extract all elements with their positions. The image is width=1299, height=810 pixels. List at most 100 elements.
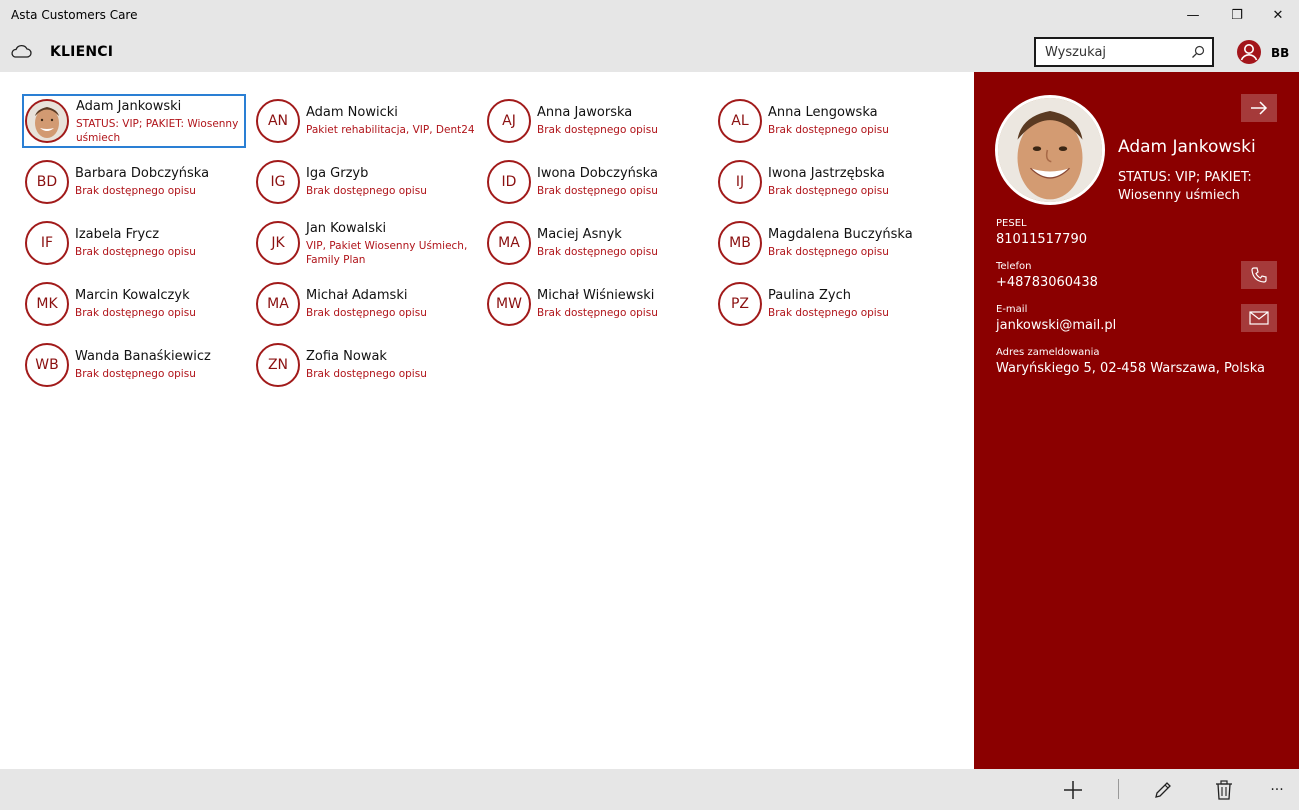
client-description: Brak dostępnego opisu	[75, 307, 196, 319]
delete-button[interactable]	[1212, 778, 1236, 802]
client-item[interactable]: IF Izabela Frycz Brak dostępnego opisu	[22, 216, 246, 270]
client-avatar: MA	[487, 221, 531, 265]
cloud-icon[interactable]	[10, 43, 32, 59]
client-name: Wanda Banaśkiewicz	[75, 349, 211, 364]
pesel-label: PESEL	[996, 218, 1027, 229]
client-detail-panel: Adam Jankowski STATUS: VIP; PAKIET: Wios…	[974, 72, 1299, 769]
client-description: Brak dostępnego opisu	[306, 307, 427, 319]
client-item[interactable]: AJ Anna Jaworska Brak dostępnego opisu	[484, 94, 708, 148]
more-button[interactable]: ···	[1265, 778, 1289, 802]
call-button[interactable]	[1241, 261, 1277, 289]
client-avatar: MK	[25, 282, 69, 326]
user-icon[interactable]	[1236, 39, 1262, 65]
client-item[interactable]: PZ Paulina Zych Brak dostępnego opisu	[715, 277, 939, 331]
client-item[interactable]: AN Adam Nowicki Pakiet rehabilitacja, VI…	[253, 94, 477, 148]
minimize-button[interactable]: —	[1170, 0, 1216, 30]
address-label: Adres zameldowania	[996, 347, 1100, 358]
phone-label: Telefon	[996, 261, 1032, 272]
client-name: Anna Jaworska	[537, 105, 633, 120]
detail-name: Adam Jankowski	[1118, 137, 1256, 157]
client-description: VIP, Pakiet Wiosenny Uśmiech, Family Pla…	[306, 240, 468, 266]
client-item[interactable]: IG Iga Grzyb Brak dostępnego opisu	[253, 155, 477, 209]
client-avatar: IF	[25, 221, 69, 265]
command-bar: ···	[0, 769, 1299, 810]
client-item[interactable]: AL Anna Lengowska Brak dostępnego opisu	[715, 94, 939, 148]
user-initials[interactable]: BB	[1271, 46, 1289, 60]
client-name: Jan Kowalski	[306, 221, 387, 236]
search-box[interactable]	[1034, 37, 1214, 67]
maximize-button[interactable]: ❐	[1214, 0, 1260, 30]
client-item[interactable]: ID Iwona Dobczyńska Brak dostępnego opis…	[484, 155, 708, 209]
client-item[interactable]: BD Barbara Dobczyńska Brak dostępnego op…	[22, 155, 246, 209]
client-item[interactable]: MW Michał Wiśniewski Brak dostępnego opi…	[484, 277, 708, 331]
close-button[interactable]: ✕	[1255, 0, 1299, 30]
send-email-button[interactable]	[1241, 304, 1277, 332]
client-description: Brak dostępnego opisu	[768, 246, 889, 258]
page-title: KLIENCI	[50, 44, 114, 60]
client-name: Magdalena Buczyńska	[768, 227, 913, 242]
face-photo-icon	[27, 101, 67, 141]
delete-icon	[1216, 780, 1232, 800]
client-item[interactable]: ZN Zofia Nowak Brak dostępnego opisu	[253, 338, 477, 392]
phone-value: +48783060438	[996, 275, 1098, 290]
client-item[interactable]: Adam Jankowski STATUS: VIP; PAKIET: Wios…	[22, 94, 246, 148]
app-title: Asta Customers Care	[11, 8, 138, 22]
client-name: Iwona Jastrzębska	[768, 166, 885, 181]
client-name: Adam Nowicki	[306, 105, 398, 120]
client-name: Izabela Frycz	[75, 227, 160, 242]
client-item[interactable]: JK Jan Kowalski VIP, Pakiet Wiosenny Uśm…	[253, 216, 477, 270]
client-avatar: BD	[25, 160, 69, 204]
email-label: E-mail	[996, 304, 1028, 315]
open-details-button[interactable]	[1241, 94, 1277, 122]
client-description: STATUS: VIP; PAKIET: Wiosenny uśmiech	[76, 118, 239, 144]
detail-description: STATUS: VIP; PAKIET: Wiosenny uśmiech	[1118, 170, 1252, 203]
client-name: Paulina Zych	[768, 288, 852, 303]
client-name: Iga Grzyb	[306, 166, 369, 181]
mail-icon	[1249, 311, 1269, 325]
client-name: Anna Lengowska	[768, 105, 878, 120]
client-description: Brak dostępnego opisu	[75, 185, 196, 197]
client-item[interactable]: MB Magdalena Buczyńska Brak dostępnego o…	[715, 216, 939, 270]
search-icon[interactable]	[1190, 44, 1206, 60]
client-avatar: ZN	[256, 343, 300, 387]
client-name: Barbara Dobczyńska	[75, 166, 210, 181]
client-description: Brak dostępnego opisu	[768, 124, 889, 136]
client-description: Brak dostępnego opisu	[75, 246, 196, 258]
face-photo-icon	[998, 98, 1102, 202]
client-item[interactable]: IJ Iwona Jastrzębska Brak dostępnego opi…	[715, 155, 939, 209]
client-name: Adam Jankowski	[76, 99, 182, 114]
client-photo	[25, 99, 69, 143]
edit-icon	[1155, 782, 1171, 798]
client-name: Michał Adamski	[306, 288, 408, 303]
client-avatar: IJ	[718, 160, 762, 204]
client-avatar: AL	[718, 99, 762, 143]
client-avatar: IG	[256, 160, 300, 204]
client-photo-large	[995, 95, 1105, 205]
client-avatar: ID	[487, 160, 531, 204]
client-avatar: AN	[256, 99, 300, 143]
client-name: Marcin Kowalczyk	[75, 288, 190, 303]
add-button[interactable]	[1061, 778, 1085, 802]
app-header: KLIENCI BB	[0, 30, 1299, 72]
client-description: Brak dostępnego opisu	[306, 368, 427, 380]
client-description: Brak dostępnego opisu	[537, 124, 658, 136]
client-name: Michał Wiśniewski	[537, 288, 655, 303]
client-name: Maciej Asnyk	[537, 227, 622, 242]
client-item[interactable]: WB Wanda Banaśkiewicz Brak dostępnego op…	[22, 338, 246, 392]
client-avatar: PZ	[718, 282, 762, 326]
add-icon	[1064, 781, 1082, 799]
address-value: Waryńskiego 5, 02-458 Warszawa, Polska	[996, 361, 1265, 376]
client-avatar: AJ	[487, 99, 531, 143]
email-value: jankowski@mail.pl	[996, 318, 1117, 333]
client-description: Brak dostępnego opisu	[768, 185, 889, 197]
client-item[interactable]: MA Maciej Asnyk Brak dostępnego opisu	[484, 216, 708, 270]
client-item[interactable]: MK Marcin Kowalczyk Brak dostępnego opis…	[22, 277, 246, 331]
edit-button[interactable]	[1151, 778, 1175, 802]
client-avatar: JK	[256, 221, 300, 265]
client-description: Pakiet rehabilitacja, VIP, Dent24	[306, 124, 475, 136]
clients-grid: Adam Jankowski STATUS: VIP; PAKIET: Wios…	[0, 72, 974, 769]
client-item[interactable]: MA Michał Adamski Brak dostępnego opisu	[253, 277, 477, 331]
search-input[interactable]	[1036, 39, 1186, 65]
client-avatar: MB	[718, 221, 762, 265]
client-description: Brak dostępnego opisu	[537, 246, 658, 258]
